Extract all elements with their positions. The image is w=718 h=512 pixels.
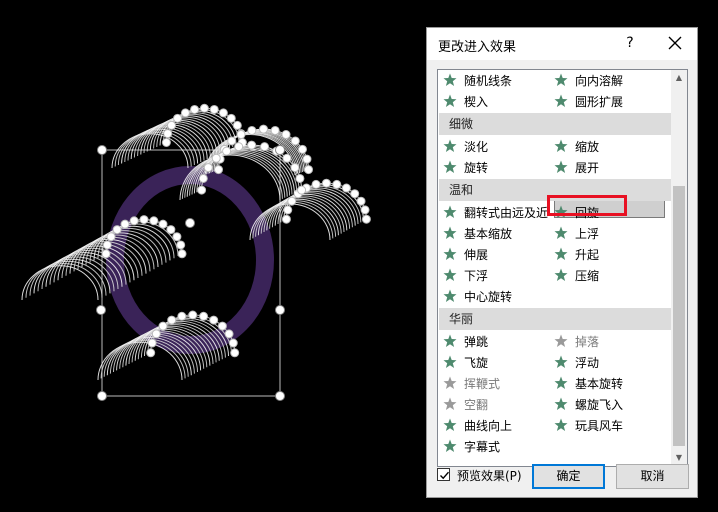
star-icon xyxy=(443,268,457,281)
star-icon xyxy=(443,397,457,410)
effect-label: 随机线条 xyxy=(464,74,513,88)
dialog-title: 更改进入效果 xyxy=(438,40,517,55)
star-icon xyxy=(443,226,457,239)
star-icon xyxy=(443,160,457,173)
star-icon xyxy=(443,247,457,260)
star-icon xyxy=(443,205,457,218)
star-icon xyxy=(554,334,568,347)
slide-artwork xyxy=(21,103,371,401)
star-icon xyxy=(554,94,568,107)
scrollbar-thumb[interactable] xyxy=(673,186,685,446)
effect-label: 掉落 xyxy=(575,335,600,349)
star-icon xyxy=(443,139,457,152)
group-header-label: 温和 xyxy=(449,183,474,197)
star-icon xyxy=(554,226,568,239)
group-header-label: 华丽 xyxy=(449,312,474,326)
effect-label: 旋转 xyxy=(464,161,489,175)
title-bar: 更改进入效果 ? xyxy=(427,28,697,60)
group-header: 细微 xyxy=(439,113,671,135)
effect-label: 曲线向上 xyxy=(464,419,513,433)
star-icon xyxy=(443,355,457,368)
effect-label: 压缩 xyxy=(575,269,600,283)
star-icon xyxy=(443,94,457,107)
checkmark-icon xyxy=(440,471,450,480)
ok-button[interactable]: 确定 xyxy=(532,464,605,489)
star-icon xyxy=(443,334,457,347)
effect-label: 空翻 xyxy=(464,398,489,412)
star-icon xyxy=(554,355,568,368)
cancel-button[interactable]: 取消 xyxy=(616,464,689,489)
effect-label: 升起 xyxy=(575,248,600,262)
close-icon[interactable] xyxy=(665,33,685,53)
change-entrance-effect-dialog: 更改进入效果 ? ▲ ▼ 随机线条 向内溶解楔入 圆形扩展细微淡化 缩放旋转 展开温和翻… xyxy=(426,27,698,498)
effect-label: 下浮 xyxy=(464,269,489,283)
star-icon xyxy=(443,418,457,431)
effect-label: 楔入 xyxy=(464,95,489,109)
star-icon xyxy=(443,439,457,452)
effect-label: 基本旋转 xyxy=(575,377,624,391)
effect-label: 圆形扩展 xyxy=(575,95,624,109)
effect-label: 淡化 xyxy=(464,140,489,154)
preview-effect-label: 预览效果(P) xyxy=(457,469,522,483)
effect-label: 飞旋 xyxy=(464,356,489,370)
effect-label: 基本缩放 xyxy=(464,227,513,241)
star-icon xyxy=(554,73,568,86)
star-icon xyxy=(554,376,568,389)
effect-label: 伸展 xyxy=(464,248,489,262)
star-icon xyxy=(554,268,568,281)
effect-label: 中心旋转 xyxy=(464,290,513,304)
effect-label: 展开 xyxy=(575,161,600,175)
effect-label: 翻转式由远及近 xyxy=(464,206,549,220)
effect-label: 玩具风车 xyxy=(575,419,624,433)
star-icon xyxy=(554,397,568,410)
effect-label: 缩放 xyxy=(575,140,600,154)
star-icon xyxy=(443,376,457,389)
star-icon xyxy=(554,418,568,431)
group-header: 华丽 xyxy=(439,308,671,330)
star-icon xyxy=(554,160,568,173)
effect-label: 向内溶解 xyxy=(575,74,624,88)
effect-label: 上浮 xyxy=(575,227,600,241)
star-icon xyxy=(554,139,568,152)
highlight-box xyxy=(547,195,627,216)
effects-list[interactable]: ▲ ▼ 随机线条 向内溶解 楔入 圆形扩展 细微 淡化 缩放 旋转 展开 温和 翻转式由远及近 回旋基… xyxy=(437,69,688,467)
effect-label: 浮动 xyxy=(575,356,600,370)
effect-label: 字幕式 xyxy=(464,440,501,454)
star-icon xyxy=(443,289,457,302)
star-icon xyxy=(554,247,568,260)
preview-checkbox[interactable] xyxy=(437,468,450,481)
effect-label: 挥鞭式 xyxy=(464,377,501,391)
scrollbar[interactable]: ▲ ▼ xyxy=(671,70,687,466)
group-header-label: 细微 xyxy=(449,117,474,131)
effect-label: 弹跳 xyxy=(464,335,489,349)
effect-label: 螺旋飞入 xyxy=(575,398,624,412)
scroll-up-icon[interactable]: ▲ xyxy=(671,70,687,86)
help-button[interactable]: ? xyxy=(623,33,637,53)
star-icon xyxy=(443,73,457,86)
